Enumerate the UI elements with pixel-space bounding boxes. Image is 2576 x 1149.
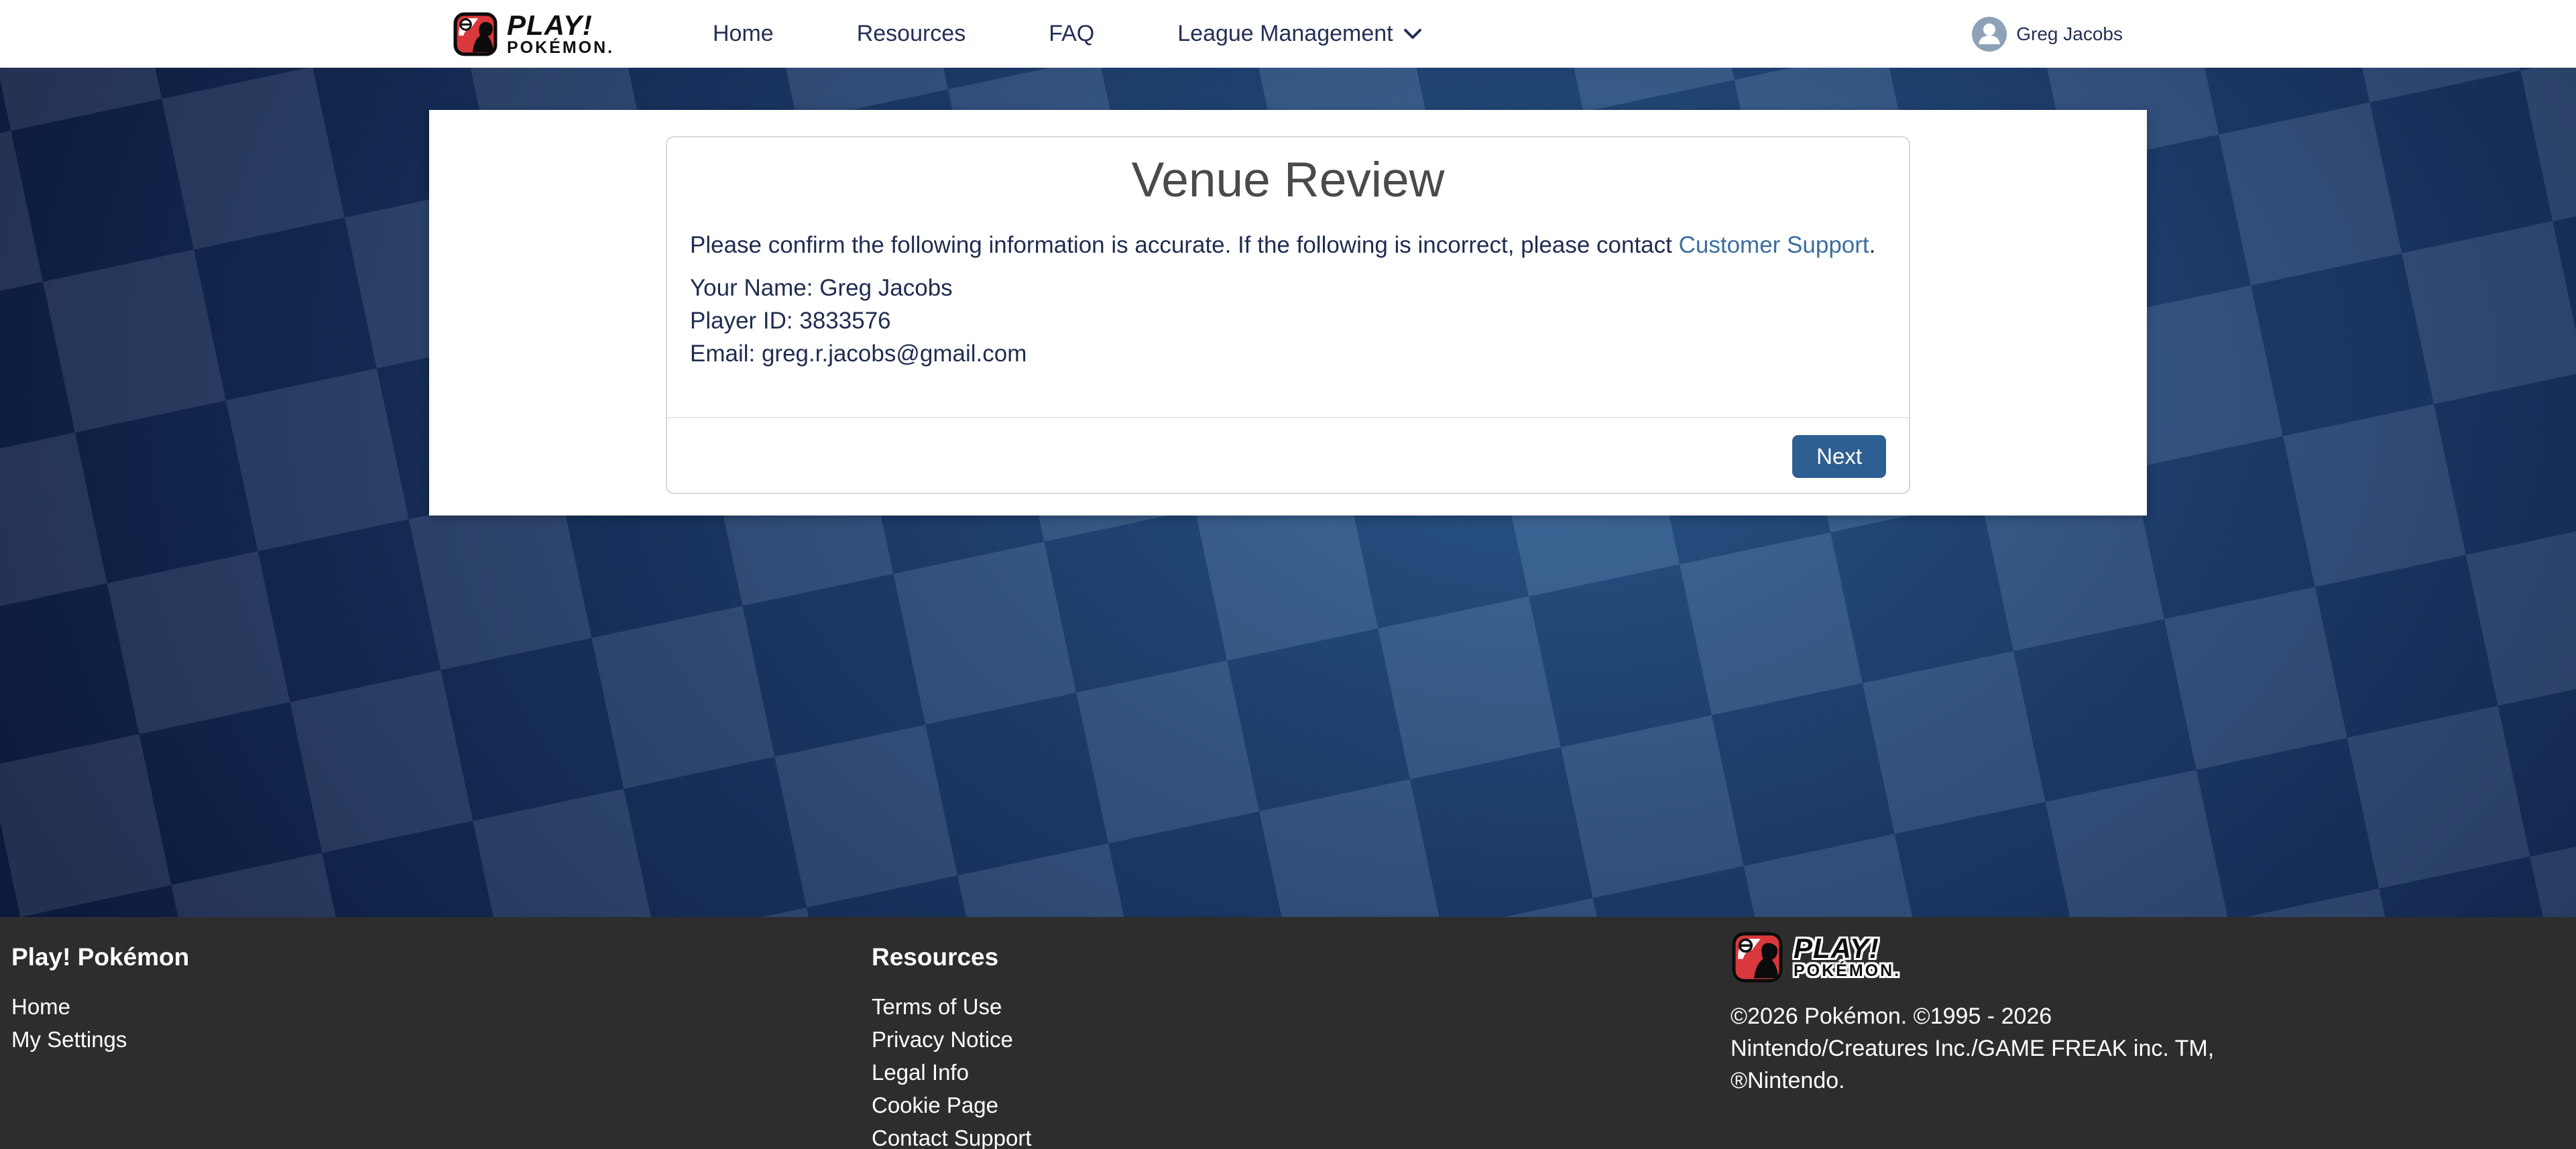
footer-heading-resources: Resources [872,943,1031,972]
page-footer: Play! Pokémon Home My Settings Resources… [0,917,2576,1149]
user-avatar-icon [1972,17,2007,52]
venue-review-card: Venue Review Please confirm the followin… [666,136,1910,494]
footer-link-contact-support[interactable]: Contact Support [872,1122,1031,1149]
footer-column-play-pokemon: Play! Pokémon Home My Settings [11,917,189,1056]
player-info: Your Name: Greg Jacobs Player ID: 383357… [690,271,1027,370]
play-pokemon-wordmark: PLAY! POKÉMON. [507,12,614,56]
player-id-line: Player ID: 3833576 [690,304,1027,337]
play-pokemon-badge-icon [453,12,497,56]
copyright-line-1: ©2026 Pokémon. ©1995 - 2026 [1731,1000,2214,1032]
nav-item-home[interactable]: Home [713,21,774,47]
wordmark-play: PLAY! [507,12,614,39]
footer-wordmark: PLAY! POKÉMON. [1794,935,1901,979]
footer-heading-play-pokemon: Play! Pokémon [11,943,189,972]
main-nav: Home Resources FAQ League Management [713,0,1423,68]
footer-link-home[interactable]: Home [11,990,189,1023]
nav-item-faq[interactable]: FAQ [1049,21,1094,47]
footer-link-legal-info[interactable]: Legal Info [872,1056,1031,1089]
copyright-text: ©2026 Pokémon. ©1995 - 2026 Nintendo/Cre… [1731,1000,2214,1097]
footer-link-privacy-notice[interactable]: Privacy Notice [872,1023,1031,1056]
nav-faq-label: FAQ [1049,21,1094,47]
customer-support-link[interactable]: Customer Support [1679,232,1869,258]
nav-league-management-label: League Management [1177,21,1393,47]
player-email-line: Email: greg.r.jacobs@gmail.com [690,337,1027,370]
wordmark-pokemon: POKÉMON. [507,39,614,56]
nav-home-label: Home [713,21,774,47]
copyright-line-3: ®Nintendo. [1731,1065,2214,1097]
footer-links-resources: Terms of Use Privacy Notice Legal Info C… [872,990,1031,1149]
nav-item-resources[interactable]: Resources [857,21,966,47]
footer-link-my-settings[interactable]: My Settings [11,1023,189,1056]
next-button[interactable]: Next [1792,435,1886,478]
nav-resources-label: Resources [857,21,966,47]
chevron-down-icon [1403,27,1423,41]
confirmation-text-suffix: . [1869,232,1876,258]
footer-wordmark-play: PLAY! [1794,935,1901,962]
footer-link-terms-of-use[interactable]: Terms of Use [872,990,1031,1023]
nav-item-league-management[interactable]: League Management [1177,21,1422,47]
confirmation-text-prefix: Please confirm the following information… [690,232,1679,258]
footer-play-pokemon-logo: PLAY! POKÉMON. [1731,930,2214,984]
player-name-line: Your Name: Greg Jacobs [690,271,1027,304]
play-pokemon-logo[interactable]: PLAY! POKÉMON. [453,11,614,58]
content-panel: Venue Review Please confirm the followin… [429,110,2147,516]
card-footer-divider [667,417,1909,418]
copyright-line-2: Nintendo/Creatures Inc./GAME FREAK inc. … [1731,1032,2214,1065]
footer-play-pokemon-badge-icon [1731,930,1784,984]
user-menu[interactable]: Greg Jacobs [1972,0,2123,68]
footer-links-play-pokemon: Home My Settings [11,990,189,1056]
user-name: Greg Jacobs [2016,23,2123,45]
footer-column-resources: Resources Terms of Use Privacy Notice Le… [872,917,1031,1149]
top-navbar: PLAY! POKÉMON. Home Resources FAQ League… [0,0,2576,68]
page-title: Venue Review [667,152,1909,208]
footer-column-legal: PLAY! POKÉMON. ©2026 Pokémon. ©1995 - 20… [1731,917,2214,1097]
footer-link-cookie-page[interactable]: Cookie Page [872,1089,1031,1122]
confirmation-message: Please confirm the following information… [690,230,1886,261]
footer-wordmark-pokemon: POKÉMON. [1794,962,1901,979]
